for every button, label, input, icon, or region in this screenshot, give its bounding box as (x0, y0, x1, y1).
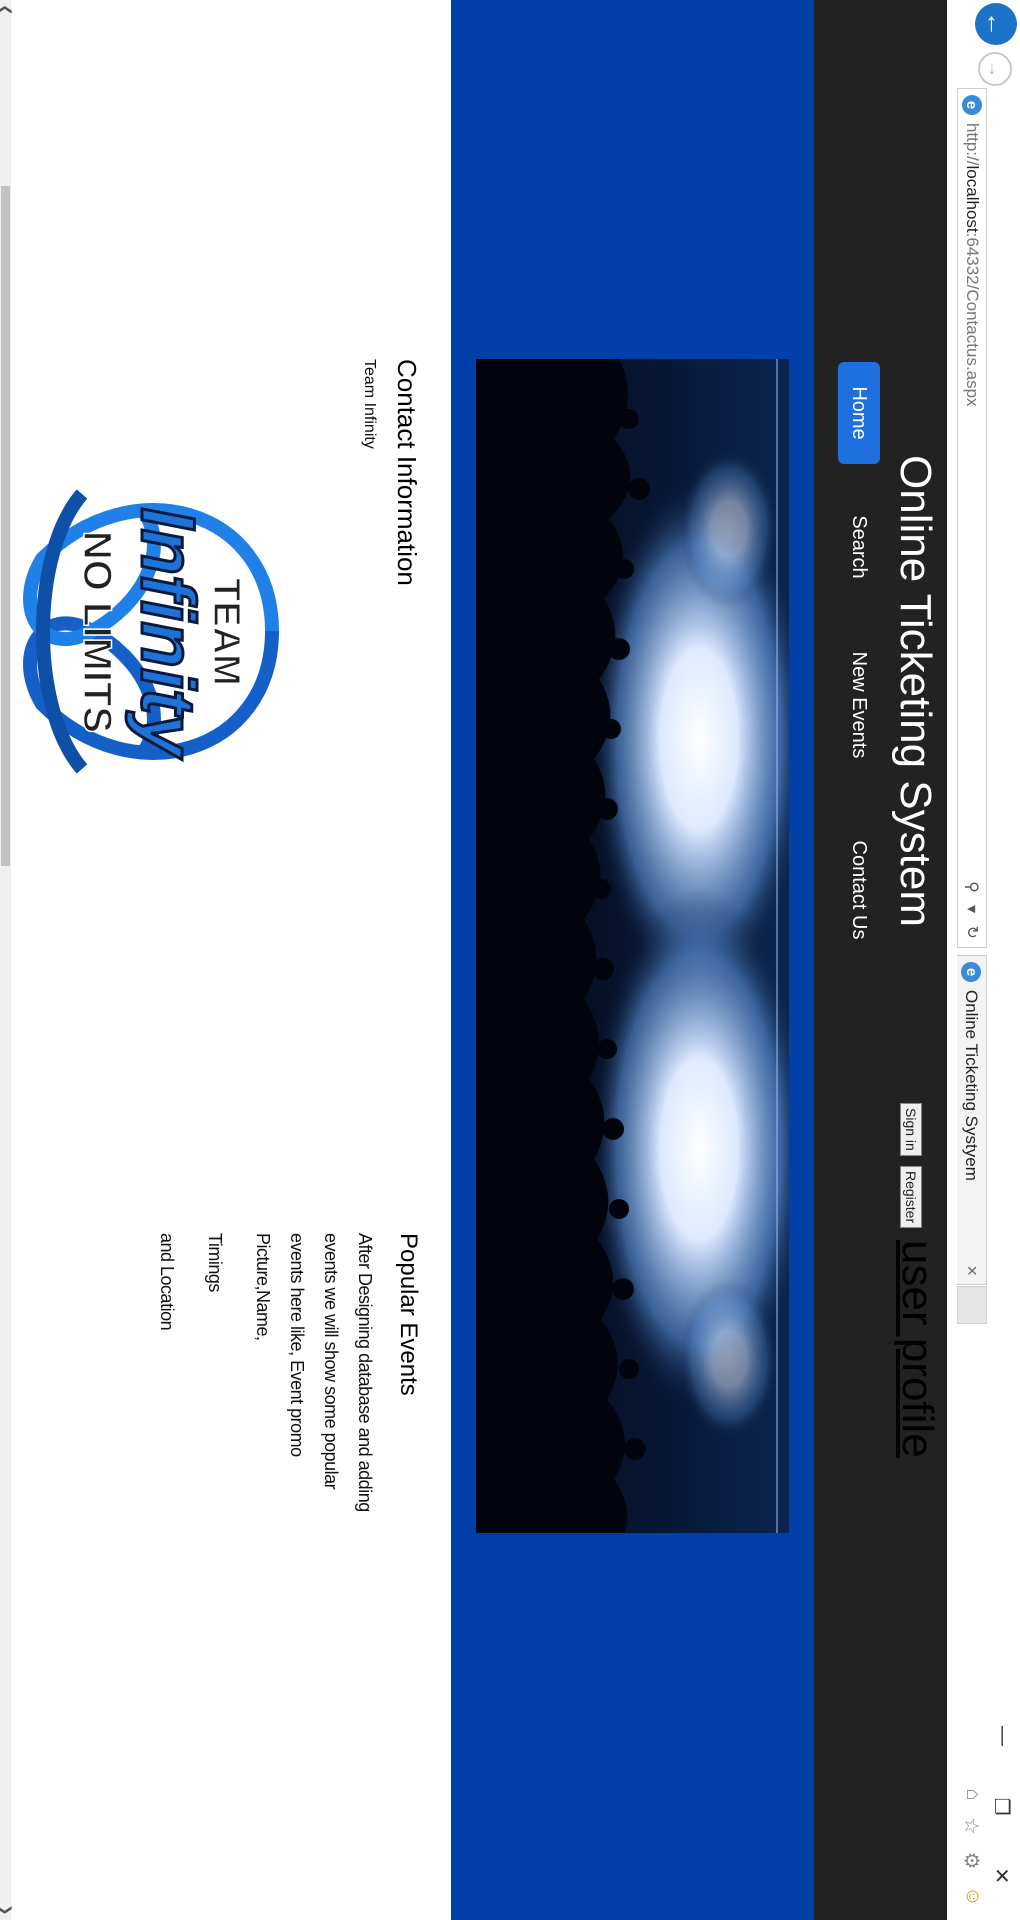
nav-search[interactable]: Search (838, 502, 880, 592)
hero-banner (451, 0, 814, 1920)
nav-contact-us[interactable]: Contact Us (838, 825, 880, 955)
popular-events-text: After Designing database and adding (355, 1233, 375, 1512)
browser-tab[interactable]: e Online Ticketing Systyem × (957, 955, 987, 1285)
forward-icon[interactable]: → (978, 52, 1012, 86)
gear-icon[interactable]: ⚙ (958, 1852, 984, 1870)
popular-events-text: Timings (205, 1233, 225, 1292)
address-tools: ⚲ ▾ ↻ (960, 875, 984, 945)
browser-chrome: ← → e http://localhost:64332/Contactus.a… (946, 0, 1020, 1920)
horizontal-scrollbar[interactable]: ❮ ❯ (0, 0, 14, 1920)
window-controls: — ❐ ✕ (990, 1700, 1014, 1910)
nav-new-events[interactable]: New Events (838, 645, 880, 765)
minimize-icon[interactable]: — (990, 1726, 1014, 1746)
close-icon[interactable]: × (961, 1265, 982, 1276)
concert-image (476, 359, 789, 1533)
nav-home[interactable]: Home (838, 362, 880, 464)
home-icon[interactable]: ⌂ (958, 1788, 984, 1800)
dropdown-icon[interactable]: ▾ (962, 905, 982, 913)
popular-events-title: Popular Events (395, 1233, 422, 1396)
star-icon[interactable]: ☆ (958, 1817, 984, 1835)
scroll-right-icon[interactable]: ❯ (0, 1904, 14, 1916)
scroll-left-icon[interactable]: ❮ (0, 4, 14, 16)
popular-events: Popular Events After Designing database … (150, 1233, 422, 1533)
new-tab-button[interactable] (957, 1286, 987, 1324)
url-domain: localhost (963, 165, 982, 233)
search-icon[interactable]: ⚲ (962, 881, 982, 893)
sign-in-button[interactable]: Sign in (900, 1103, 922, 1156)
svg-text:NO LIMITS: NO LIMITS (75, 531, 119, 733)
ie-icon: e (961, 962, 982, 982)
svg-text:TEAM: TEAM (205, 578, 247, 686)
smiley-icon[interactable]: ☺ (958, 1886, 984, 1906)
tab-title: Online Ticketing Systyem (962, 990, 982, 1181)
browser-tools: ⌂ ☆ ⚙ ☺ (958, 1780, 984, 1915)
contact-team-name: Team Infinity (361, 359, 378, 449)
restore-icon[interactable]: ❐ (990, 1798, 1014, 1816)
popular-events-text: and Location (157, 1233, 177, 1331)
user-profile-link[interactable]: user profile (887, 1240, 947, 1458)
site-header: Online Ticketing System Sign in Register… (814, 0, 947, 1920)
popular-events-text: events we will show some popular (321, 1233, 341, 1490)
site-title: Online Ticketing System (891, 455, 940, 927)
register-button[interactable]: Register (900, 1166, 922, 1229)
close-window-icon[interactable]: ✕ (990, 1867, 1014, 1884)
contact-title: Contact Information (392, 359, 422, 586)
url-path: :64332/Contactus.aspx (963, 232, 982, 407)
svg-text:Infinity: Infinity (125, 507, 210, 760)
ie-icon: e (962, 95, 982, 115)
scrollbar-thumb[interactable] (1, 186, 10, 866)
team-infinity-logo: TEAM Infinity NO LIMITS (10, 454, 292, 809)
refresh-icon[interactable]: ↻ (962, 925, 982, 938)
popular-events-text: events here like, Event promo (287, 1233, 307, 1457)
address-bar[interactable]: e http://localhost:64332/Contactus.aspx (957, 88, 987, 948)
popular-events-text: Picture,Name, (253, 1233, 273, 1341)
back-icon[interactable]: ← (975, 3, 1017, 45)
url-prefix: http:// (963, 123, 982, 166)
